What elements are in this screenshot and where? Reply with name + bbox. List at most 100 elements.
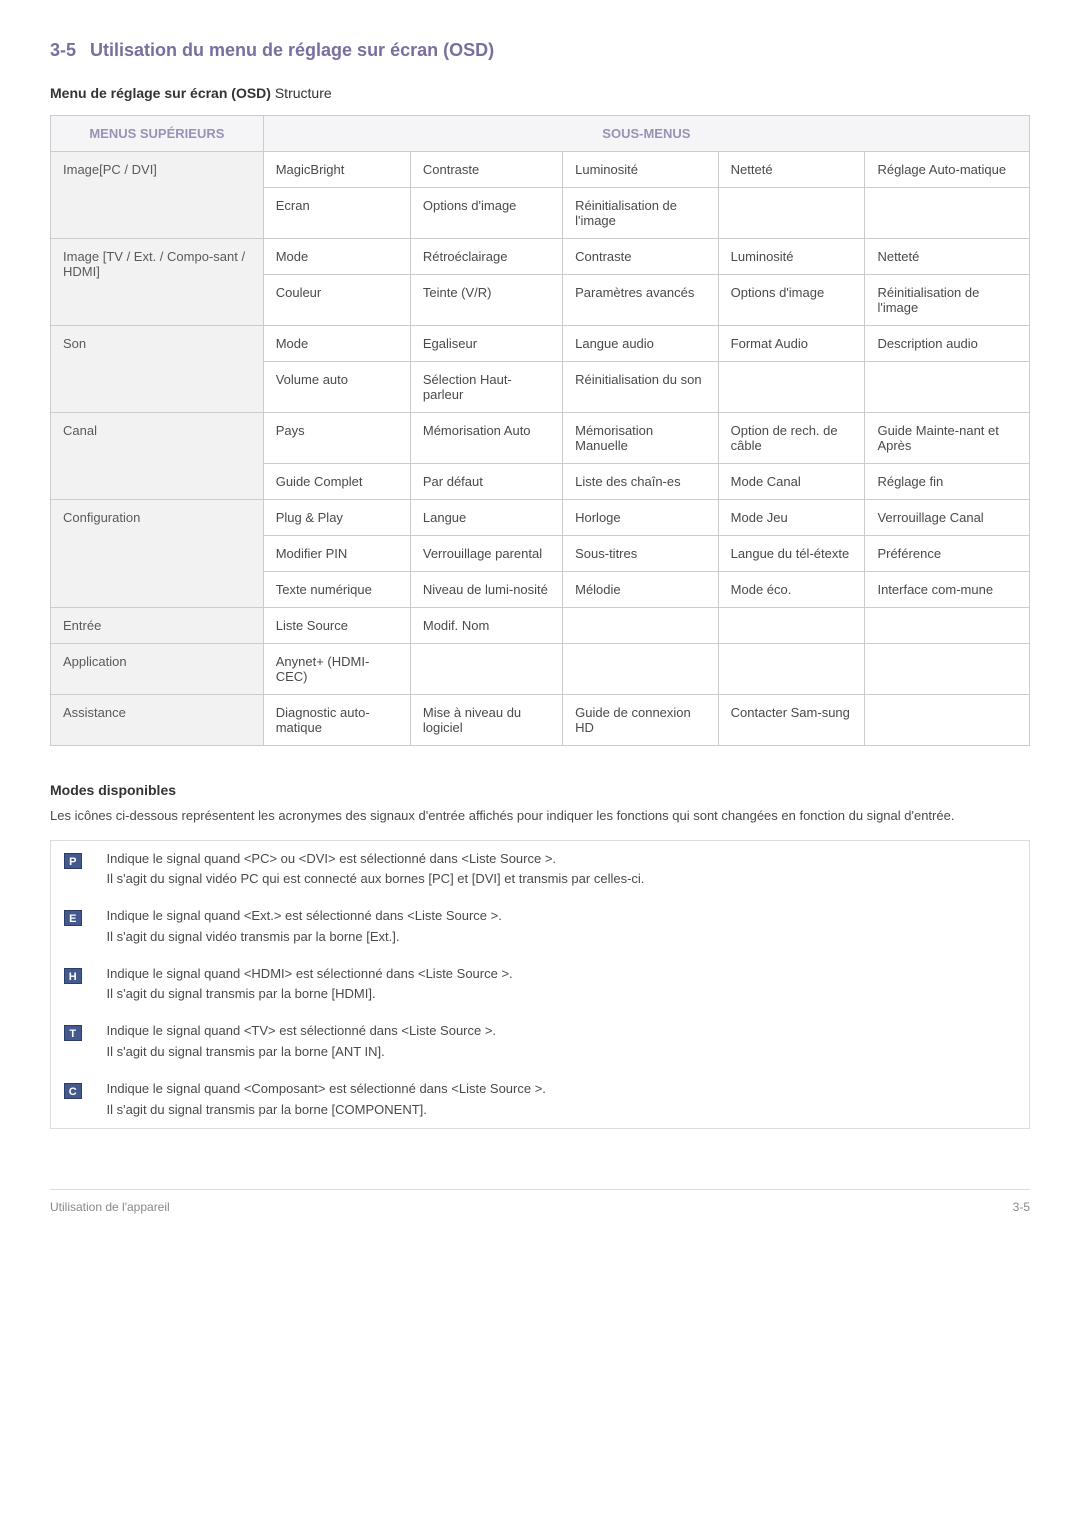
- submenu-cell: Langue audio: [563, 326, 719, 362]
- submenu-cell: Mode: [263, 326, 410, 362]
- table-row: ConfigurationPlug & PlayLangueHorlogeMod…: [51, 500, 1030, 536]
- mode-line1: Indique le signal quand <PC> ou <DVI> es…: [107, 849, 1018, 870]
- submenu-cell: [718, 362, 865, 413]
- subtitle: Menu de réglage sur écran (OSD) Structur…: [50, 85, 1030, 101]
- mode-line1: Indique le signal quand <Composant> est …: [107, 1079, 1018, 1100]
- submenu-cell: Guide Complet: [263, 464, 410, 500]
- submenu-cell: Plug & Play: [263, 500, 410, 536]
- mode-icon-cell: C: [51, 1071, 95, 1129]
- mode-text-cell: Indique le signal quand <Composant> est …: [95, 1071, 1030, 1129]
- mode-icon-cell: E: [51, 898, 95, 956]
- submenu-cell: Réinitialisation de l'image: [563, 188, 719, 239]
- mode-text-cell: Indique le signal quand <Ext.> est sélec…: [95, 898, 1030, 956]
- mode-line1: Indique le signal quand <TV> est sélecti…: [107, 1021, 1018, 1042]
- submenu-cell: Texte numérique: [263, 572, 410, 608]
- table-row: CanalPaysMémorisation AutoMémorisation M…: [51, 413, 1030, 464]
- submenu-cell: [865, 188, 1030, 239]
- mode-row: C Indique le signal quand <Composant> est…: [51, 1071, 1030, 1129]
- submenu-cell: Mode Jeu: [718, 500, 865, 536]
- mode-line2: Il s'agit du signal transmis par la born…: [107, 1042, 1018, 1063]
- submenu-cell: Mode: [263, 239, 410, 275]
- submenu-cell: Diagnostic auto-matique: [263, 695, 410, 746]
- submenu-cell: [865, 695, 1030, 746]
- menu-cell: Son: [51, 326, 264, 413]
- submenu-cell: Réinitialisation de l'image: [865, 275, 1030, 326]
- signal-icon: C: [64, 1083, 82, 1099]
- menu-cell: Entrée: [51, 608, 264, 644]
- submenu-cell: Réinitialisation du son: [563, 362, 719, 413]
- mode-line1: Indique le signal quand <HDMI> est sélec…: [107, 964, 1018, 985]
- submenu-cell: Verrouillage Canal: [865, 500, 1030, 536]
- submenu-cell: Egaliseur: [410, 326, 562, 362]
- submenu-cell: Verrouillage parental: [410, 536, 562, 572]
- submenu-cell: Réglage Auto-matique: [865, 152, 1030, 188]
- section-number: 3-5: [50, 40, 76, 60]
- signal-icon: P: [64, 853, 82, 869]
- mode-text-cell: Indique le signal quand <TV> est sélecti…: [95, 1013, 1030, 1071]
- menu-cell: Application: [51, 644, 264, 695]
- submenu-cell: Mode Canal: [718, 464, 865, 500]
- table-row: Image[PC / DVI]MagicBrightContrasteLumin…: [51, 152, 1030, 188]
- submenu-cell: Langue du tél-étexte: [718, 536, 865, 572]
- submenu-cell: Modifier PIN: [263, 536, 410, 572]
- signal-icon: E: [64, 910, 82, 926]
- submenu-cell: Rétroéclairage: [410, 239, 562, 275]
- table-row: SonModeEgaliseurLangue audioFormat Audio…: [51, 326, 1030, 362]
- submenu-cell: Préférence: [865, 536, 1030, 572]
- submenu-cell: [718, 644, 865, 695]
- submenu-cell: Options d'image: [410, 188, 562, 239]
- submenu-cell: Format Audio: [718, 326, 865, 362]
- table-header-row: MENUS SUPÉRIEURS SOUS-MENUS: [51, 116, 1030, 152]
- mode-icon-cell: H: [51, 956, 95, 1014]
- menu-cell: Image [TV / Ext. / Compo-sant / HDMI]: [51, 239, 264, 326]
- submenu-cell: Description audio: [865, 326, 1030, 362]
- menu-cell: Canal: [51, 413, 264, 500]
- submenu-cell: Teinte (V/R): [410, 275, 562, 326]
- submenu-cell: Modif. Nom: [410, 608, 562, 644]
- submenu-cell: Guide Mainte-nant et Après: [865, 413, 1030, 464]
- mode-line1: Indique le signal quand <Ext.> est sélec…: [107, 906, 1018, 927]
- submenu-cell: Options d'image: [718, 275, 865, 326]
- submenu-cell: [563, 644, 719, 695]
- mode-text-cell: Indique le signal quand <HDMI> est sélec…: [95, 956, 1030, 1014]
- subtitle-bold: Menu de réglage sur écran (OSD): [50, 85, 271, 101]
- mode-icon-cell: P: [51, 840, 95, 898]
- menu-cell: Configuration: [51, 500, 264, 608]
- mode-line2: Il s'agit du signal transmis par la born…: [107, 984, 1018, 1005]
- table-row: AssistanceDiagnostic auto-matiqueMise à …: [51, 695, 1030, 746]
- submenu-cell: [563, 608, 719, 644]
- submenu-cell: [865, 608, 1030, 644]
- menu-cell: Image[PC / DVI]: [51, 152, 264, 239]
- table-row: Image [TV / Ext. / Compo-sant / HDMI]Mod…: [51, 239, 1030, 275]
- mode-row: H Indique le signal quand <HDMI> est séle…: [51, 956, 1030, 1014]
- submenu-cell: Mise à niveau du logiciel: [410, 695, 562, 746]
- submenu-cell: MagicBright: [263, 152, 410, 188]
- submenu-cell: [718, 188, 865, 239]
- submenu-cell: [718, 608, 865, 644]
- modes-table: P Indique le signal quand <PC> ou <DVI> e…: [50, 840, 1030, 1130]
- footer-left: Utilisation de l'appareil: [50, 1200, 170, 1214]
- submenu-cell: Ecran: [263, 188, 410, 239]
- modes-intro: Les icônes ci-dessous représentent les a…: [50, 806, 1030, 826]
- submenu-cell: Couleur: [263, 275, 410, 326]
- submenu-cell: [865, 644, 1030, 695]
- signal-icon: T: [64, 1025, 82, 1041]
- header-sousmenus: SOUS-MENUS: [263, 116, 1029, 152]
- submenu-cell: [865, 362, 1030, 413]
- submenu-cell: Mode éco.: [718, 572, 865, 608]
- mode-icon-cell: T: [51, 1013, 95, 1071]
- submenu-cell: Mémorisation Auto: [410, 413, 562, 464]
- osd-table: MENUS SUPÉRIEURS SOUS-MENUS Image[PC / D…: [50, 115, 1030, 746]
- submenu-cell: Option de rech. de câble: [718, 413, 865, 464]
- submenu-cell: Sélection Haut-parleur: [410, 362, 562, 413]
- submenu-cell: Niveau de lumi-nosité: [410, 572, 562, 608]
- header-menus: MENUS SUPÉRIEURS: [51, 116, 264, 152]
- mode-line2: Il s'agit du signal transmis par la born…: [107, 1100, 1018, 1121]
- submenu-cell: Interface com-mune: [865, 572, 1030, 608]
- section-title: 3-5 Utilisation du menu de réglage sur éc…: [50, 40, 1030, 61]
- submenu-cell: Contacter Sam-sung: [718, 695, 865, 746]
- signal-icon: H: [64, 968, 82, 984]
- section-title-text: Utilisation du menu de réglage sur écran…: [90, 40, 494, 60]
- mode-row: P Indique le signal quand <PC> ou <DVI> e…: [51, 840, 1030, 898]
- submenu-cell: Pays: [263, 413, 410, 464]
